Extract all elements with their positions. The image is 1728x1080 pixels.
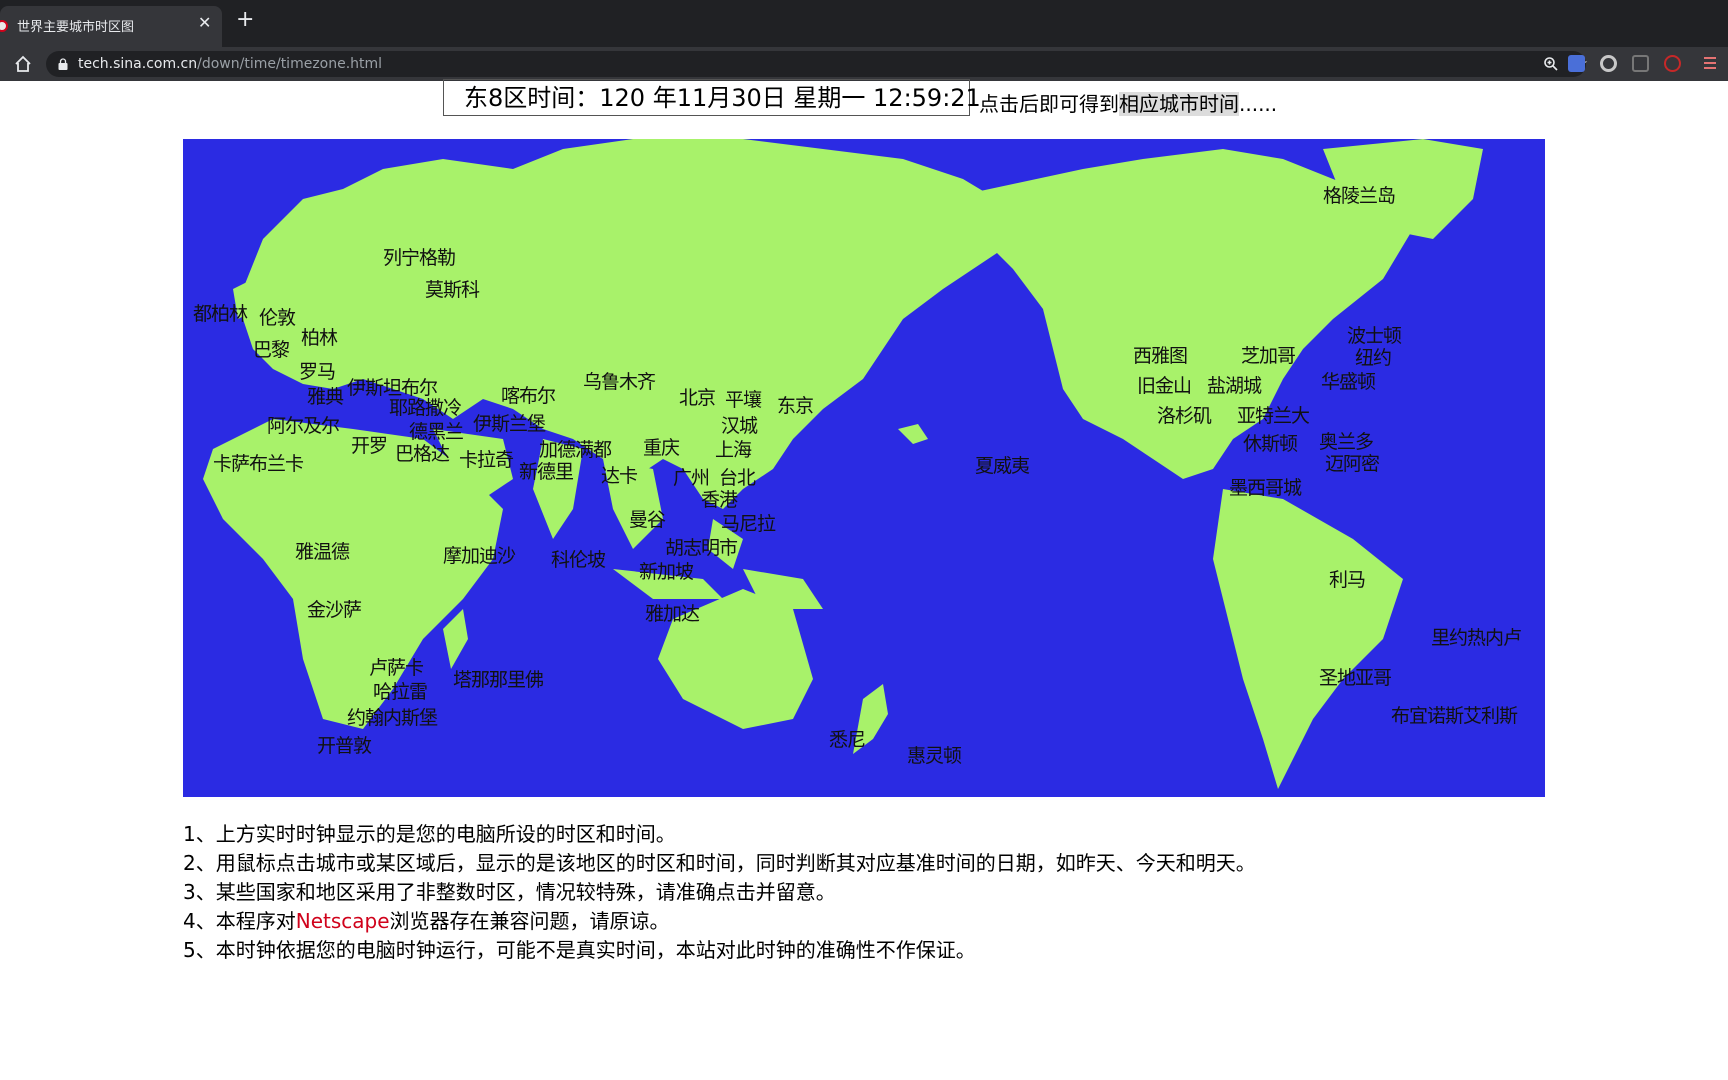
city-newdelhi[interactable]: 新德里 xyxy=(519,457,574,484)
city-mogadishu[interactable]: 摩加迪沙 xyxy=(443,541,516,568)
tab-title: 世界主要城市时区图 xyxy=(17,20,135,35)
city-dhaka[interactable]: 达卡 xyxy=(601,461,638,488)
sina-favicon-icon xyxy=(0,20,8,32)
city-bangkok[interactable]: 曼谷 xyxy=(629,505,666,532)
city-seattle[interactable]: 西雅图 xyxy=(1133,341,1188,368)
city-leningrad[interactable]: 列宁格勒 xyxy=(383,243,456,270)
city-jerusalem[interactable]: 耶路撒冷 xyxy=(389,393,462,420)
city-lusaka[interactable]: 卢萨卡 xyxy=(369,653,424,680)
city-colombo[interactable]: 科伦坡 xyxy=(551,545,606,572)
city-dublin[interactable]: 都柏林 xyxy=(193,299,248,326)
city-yaounde[interactable]: 雅温德 xyxy=(295,537,350,564)
clock-hint-highlight: 相应城市时间 xyxy=(1119,92,1239,116)
city-moscow[interactable]: 莫斯科 xyxy=(425,275,480,302)
city-london[interactable]: 伦敦 xyxy=(259,303,296,330)
city-kabul[interactable]: 喀布尔 xyxy=(501,381,556,408)
world-timezone-map[interactable]: 格陵兰岛 列宁格勒 莫斯科 都柏林 伦敦 柏林 巴黎 罗马 雅典 伊斯坦布尔 耶… xyxy=(183,139,1545,797)
new-tab-icon[interactable]: + xyxy=(236,9,254,31)
city-buenosaires[interactable]: 布宜诺斯艾利斯 xyxy=(1391,701,1518,728)
city-rio[interactable]: 里约热内卢 xyxy=(1431,623,1522,650)
clock-hint-suffix: ...... xyxy=(1239,92,1278,116)
city-chicago[interactable]: 芝加哥 xyxy=(1241,341,1296,368)
city-urumqi[interactable]: 乌鲁木齐 xyxy=(583,367,656,394)
city-chongqing[interactable]: 重庆 xyxy=(643,433,680,460)
city-houston[interactable]: 休斯顿 xyxy=(1243,429,1298,456)
city-johannesburg[interactable]: 约翰内斯堡 xyxy=(347,703,438,730)
city-capetown[interactable]: 开普敦 xyxy=(317,731,372,758)
home-icon[interactable] xyxy=(13,54,33,74)
city-rome[interactable]: 罗马 xyxy=(299,357,336,384)
city-karachi[interactable]: 卡拉奇 xyxy=(459,445,514,472)
clock-display: 东8区时间：120 年11月30日 星期一 12:59:21 xyxy=(443,79,981,116)
city-berlin[interactable]: 柏林 xyxy=(301,323,338,350)
city-newyork[interactable]: 纽约 xyxy=(1355,343,1392,370)
browser-toolbar: tech.sina.com.cn/down/time/timezone.html… xyxy=(0,47,1728,81)
city-seoul[interactable]: 汉城 xyxy=(721,411,758,438)
lock-icon xyxy=(58,58,68,70)
city-islamabad[interactable]: 伊斯兰堡 xyxy=(473,409,546,436)
city-casablanca[interactable]: 卡萨布兰卡 xyxy=(213,449,304,476)
note-5: 5、本时钟依据您的电脑时钟运行，可能不是真实时间，本站对此时钟的准确性不作保证。 xyxy=(183,938,976,962)
city-washington[interactable]: 华盛顿 xyxy=(1321,367,1376,394)
note-1: 1、上方实时时钟显示的是您的电脑所设的时区和时间。 xyxy=(183,822,676,846)
city-tananarive[interactable]: 塔那那里佛 xyxy=(453,665,544,692)
city-greenland[interactable]: 格陵兰岛 xyxy=(1323,181,1396,208)
close-tab-icon[interactable]: ✕ xyxy=(198,13,211,32)
city-hawaii[interactable]: 夏威夷 xyxy=(975,451,1030,478)
note-2: 2、用鼠标点击城市或某区域后，显示的是该地区的时区和时间，同时判断其对应基准时间… xyxy=(183,851,1256,875)
city-atlanta[interactable]: 亚特兰大 xyxy=(1237,401,1310,428)
clock-hint: 点击后即可得到相应城市时间...... xyxy=(979,88,1277,117)
city-wellington[interactable]: 惠灵顿 xyxy=(907,741,962,768)
city-manila[interactable]: 马尼拉 xyxy=(721,509,776,536)
city-athens[interactable]: 雅典 xyxy=(307,382,344,409)
extension-circle-icon[interactable] xyxy=(1600,55,1617,72)
city-jakarta[interactable]: 雅加达 xyxy=(645,599,700,626)
note-4: 4、本程序对Netscape浏览器存在兼容问题，请原谅。 xyxy=(183,907,1256,936)
menu-icon[interactable] xyxy=(1701,54,1719,72)
address-bar[interactable]: tech.sina.com.cn/down/time/timezone.html… xyxy=(46,51,1588,77)
notes-list: 1、上方实时时钟显示的是您的电脑所设的时区和时间。 2、用鼠标点击城市或某区域后… xyxy=(183,820,1256,965)
clock-hint-prefix: 点击后即可得到 xyxy=(979,92,1119,116)
city-shanghai[interactable]: 上海 xyxy=(715,435,752,462)
city-harare[interactable]: 哈拉雷 xyxy=(373,677,428,704)
url-text[interactable]: tech.sina.com.cn/down/time/timezone.html xyxy=(78,56,382,72)
url-path: /down/time/timezone.html xyxy=(197,56,383,72)
extension-share-icon[interactable] xyxy=(1632,55,1649,72)
city-cairo[interactable]: 开罗 xyxy=(351,431,388,458)
city-lima[interactable]: 利马 xyxy=(1329,565,1366,592)
city-mexicocity[interactable]: 墨西哥城 xyxy=(1229,473,1302,500)
note-4-prefix: 4、本程序对 xyxy=(183,909,296,933)
note-3: 3、某些国家和地区采用了非整数时区，情况较特殊，请准确点击并留意。 xyxy=(183,880,836,904)
city-sanfrancisco[interactable]: 旧金山 xyxy=(1137,371,1192,398)
city-hcmc[interactable]: 胡志明市 xyxy=(665,533,738,560)
city-santiago[interactable]: 圣地亚哥 xyxy=(1319,663,1392,690)
city-kinshasa[interactable]: 金沙萨 xyxy=(307,595,362,622)
city-paris[interactable]: 巴黎 xyxy=(253,335,290,362)
city-tokyo[interactable]: 东京 xyxy=(777,391,814,418)
city-losangeles[interactable]: 洛杉矶 xyxy=(1157,401,1212,428)
city-miami[interactable]: 迈阿密 xyxy=(1325,449,1380,476)
browser-tab[interactable]: 世界主要城市时区图 ✕ xyxy=(0,6,222,47)
zoom-icon[interactable] xyxy=(1543,56,1559,72)
city-sydney[interactable]: 悉尼 xyxy=(829,725,866,752)
extension-red-icon[interactable] xyxy=(1664,55,1681,72)
city-singapore[interactable]: 新加坡 xyxy=(639,557,694,584)
note-4-suffix: 浏览器存在兼容问题，请原谅。 xyxy=(389,909,670,933)
netscape-text: Netscape xyxy=(295,909,390,933)
extension-jh-icon[interactable] xyxy=(1568,55,1585,72)
city-beijing[interactable]: 北京 xyxy=(679,383,716,410)
city-baghdad[interactable]: 巴格达 xyxy=(395,439,450,466)
browser-tab-bar: 世界主要城市时区图 ✕ + xyxy=(0,0,1728,47)
url-host: tech.sina.com.cn xyxy=(78,56,198,72)
city-saltlake[interactable]: 盐湖城 xyxy=(1207,371,1262,398)
city-hongkong[interactable]: 香港 xyxy=(701,485,738,512)
city-algiers[interactable]: 阿尔及尔 xyxy=(267,411,340,438)
city-pyongyang[interactable]: 平壤 xyxy=(725,385,762,412)
